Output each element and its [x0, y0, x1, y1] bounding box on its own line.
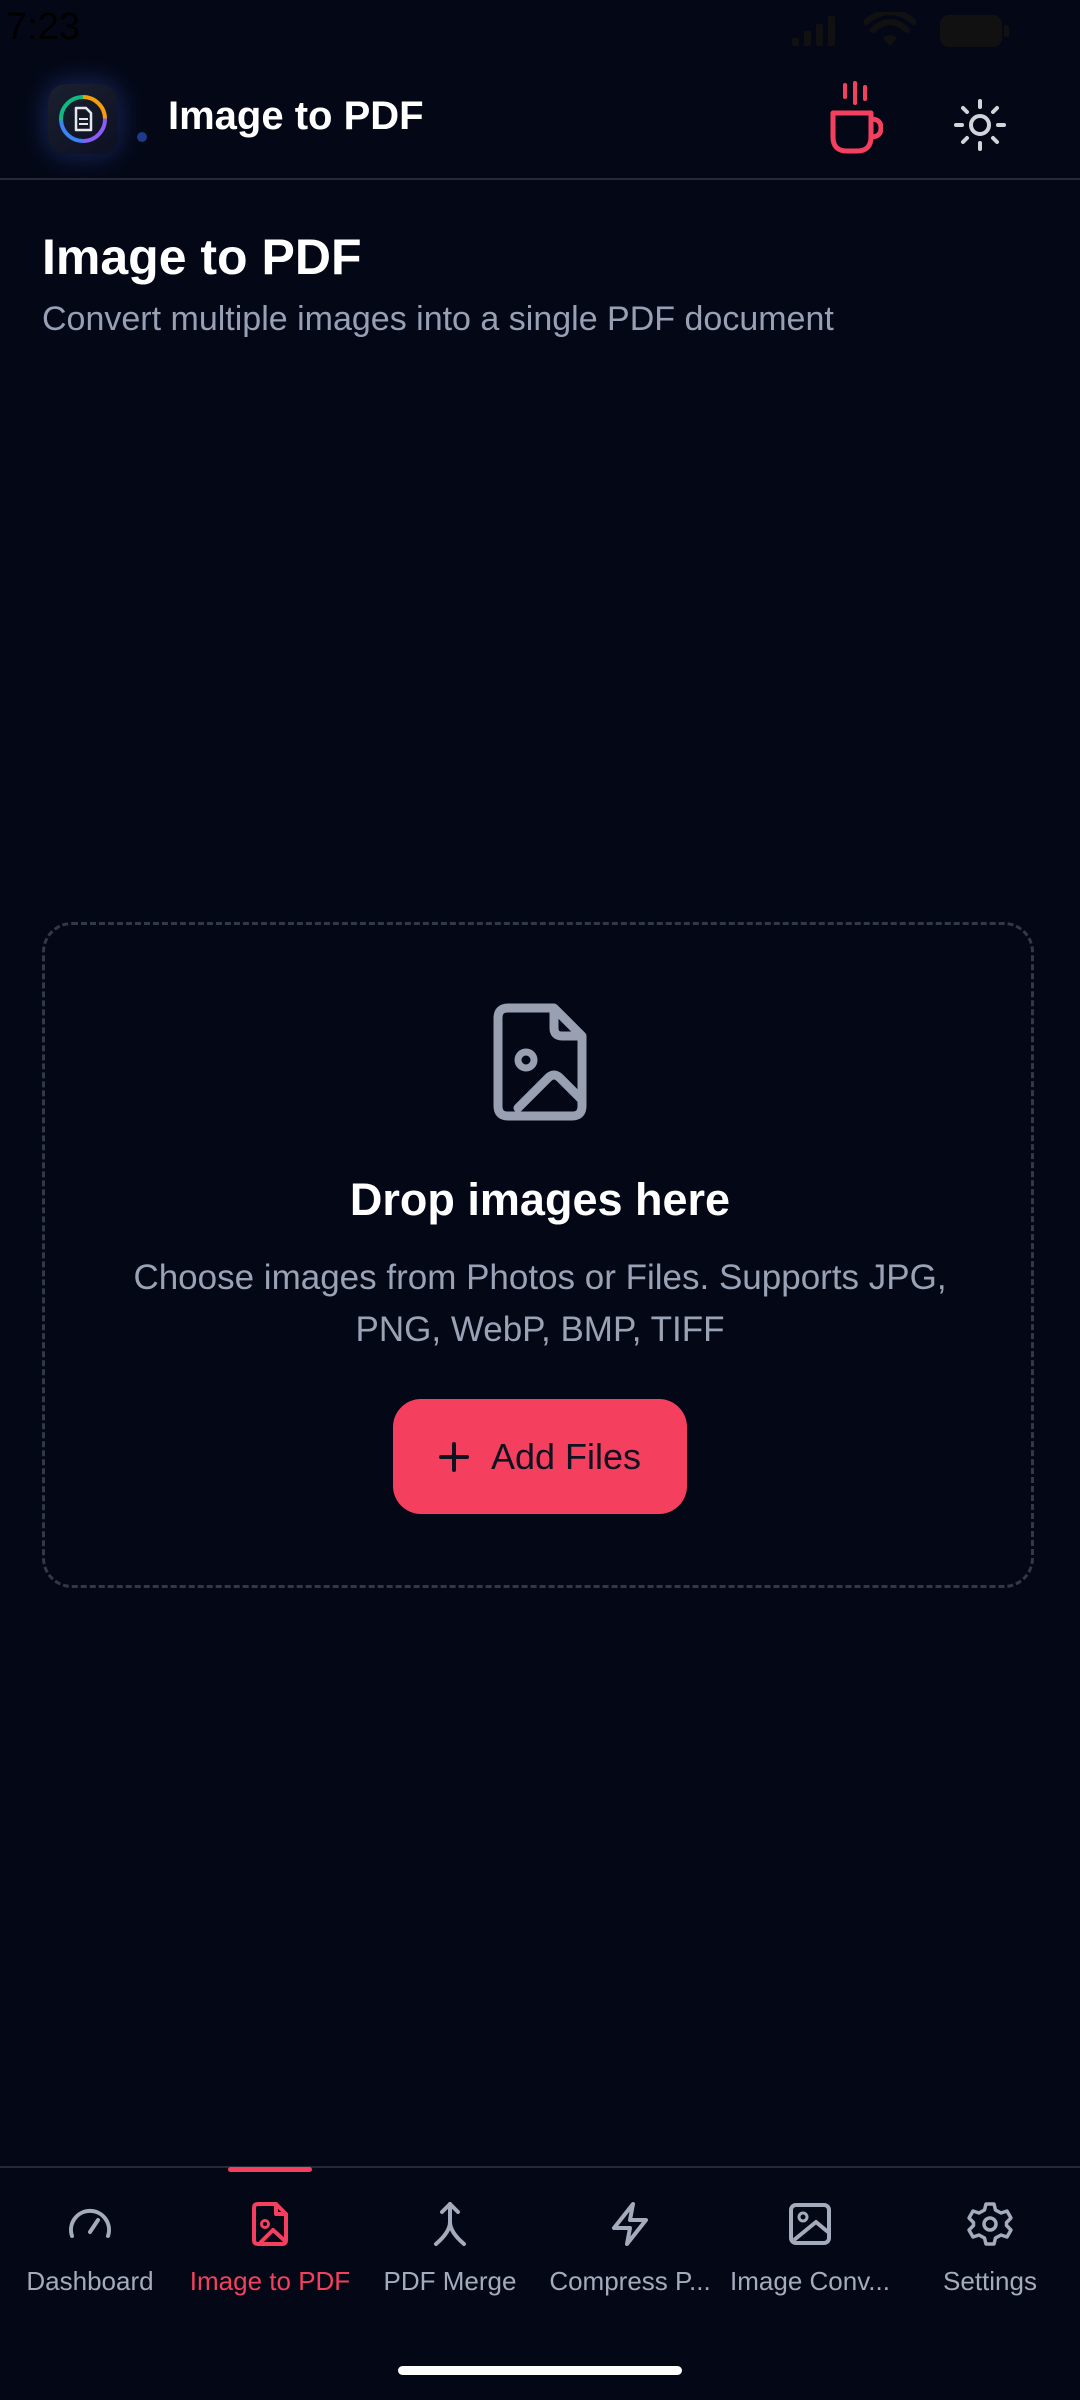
nav-label: Settings — [943, 2266, 1037, 2296]
page-subtitle: Convert multiple images into a single PD… — [42, 300, 834, 338]
nav-item-image-converter[interactable]: Image Conv... — [720, 2196, 900, 2306]
nav-label: Image Conv... — [730, 2266, 890, 2296]
plus-icon — [438, 1441, 469, 1472]
bolt-icon — [612, 2202, 648, 2246]
home-indicator[interactable] — [398, 2366, 682, 2375]
add-files-label: Add Files — [490, 1435, 642, 1477]
nav-item-image-to-pdf[interactable]: Image to PDF — [180, 2196, 360, 2306]
app-header: Image to PDF — [0, 60, 1080, 180]
status-bar: 7:23 — [0, 0, 1080, 60]
sun-icon — [954, 99, 1006, 151]
nav-item-pdf-merge[interactable]: PDF Merge — [360, 2196, 540, 2306]
status-icons — [790, 12, 1010, 50]
nav-label: PDF Merge — [383, 2266, 517, 2296]
drop-zone-description: Choose images from Photos or Files. Supp… — [133, 1258, 947, 1349]
image-icon — [789, 2203, 831, 2245]
coffee-icon — [830, 81, 883, 154]
nav-item-dashboard[interactable]: Dashboard — [0, 2196, 180, 2306]
file-image-icon — [493, 1003, 587, 1121]
merge-icon — [434, 2202, 466, 2246]
battery-icon — [940, 15, 1009, 47]
page-title: Image to PDF — [42, 229, 362, 285]
app-title: Image to PDF — [168, 94, 424, 138]
status-time: 7:23 — [6, 6, 80, 48]
theme-toggle-button[interactable] — [945, 90, 1015, 160]
gear-icon — [967, 2202, 1013, 2246]
gauge-icon — [69, 2208, 111, 2238]
nav-item-compress-pdf[interactable]: Compress P... — [540, 2196, 720, 2306]
app-screen: 7:23 Image to PDF Image to PDF Convert m… — [0, 0, 1080, 2400]
wifi-icon — [864, 12, 916, 46]
nav-item-settings[interactable]: Settings — [900, 2196, 1080, 2306]
nav-label: Image to PDF — [189, 2266, 351, 2296]
nav-label: Compress P... — [549, 2266, 711, 2296]
drop-zone-title: Drop images here — [349, 1174, 731, 1225]
nav-active-indicator — [228, 2167, 312, 2172]
coffee-button[interactable] — [820, 74, 890, 164]
logo-dot — [137, 132, 147, 142]
nav-label: Dashboard — [26, 2266, 154, 2296]
signal-icon — [792, 16, 835, 46]
add-files-button[interactable]: Add Files — [393, 1399, 687, 1514]
file-image-icon — [252, 2202, 288, 2246]
app-logo-icon — [59, 95, 107, 143]
app-logo — [48, 84, 118, 154]
